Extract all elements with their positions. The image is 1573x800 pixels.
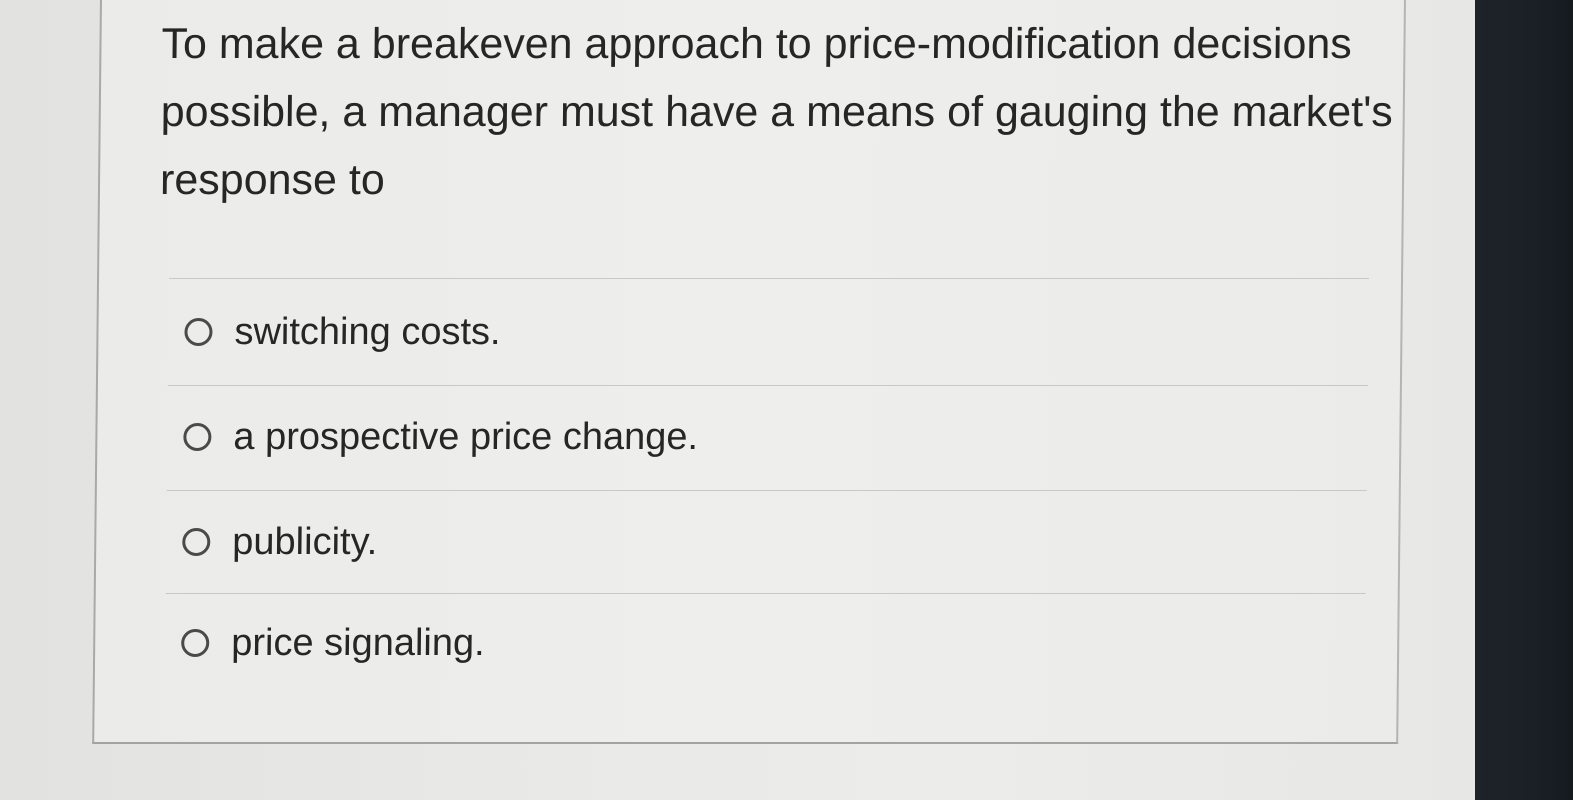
answer-option-2[interactable]: a prospective price change. [183, 414, 698, 460]
question-card: To make a breakeven approach to price-mo… [92, 0, 1407, 744]
question-divider [169, 278, 1370, 279]
option-divider [166, 490, 1367, 491]
screen-background: To make a breakeven approach to price-mo… [0, 0, 1573, 800]
monitor-bezel [1475, 0, 1573, 800]
answer-option-1[interactable]: switching costs. [184, 309, 501, 355]
radio-button-4[interactable] [181, 629, 210, 657]
option-divider [167, 385, 1368, 386]
radio-button-2[interactable] [183, 423, 212, 451]
answer-option-label: publicity. [232, 521, 378, 563]
radio-button-1[interactable] [184, 318, 213, 346]
answer-option-label: price signaling. [231, 622, 485, 664]
answer-option-label: switching costs. [234, 311, 501, 353]
question-text: To make a breakeven approach to price-mo… [159, 20, 1394, 204]
radio-button-3[interactable] [182, 528, 211, 556]
option-divider [165, 593, 1366, 594]
answer-option-4[interactable]: price signaling. [181, 620, 485, 666]
answer-option-3[interactable]: publicity. [182, 519, 378, 565]
answer-option-label: a prospective price change. [233, 416, 699, 458]
